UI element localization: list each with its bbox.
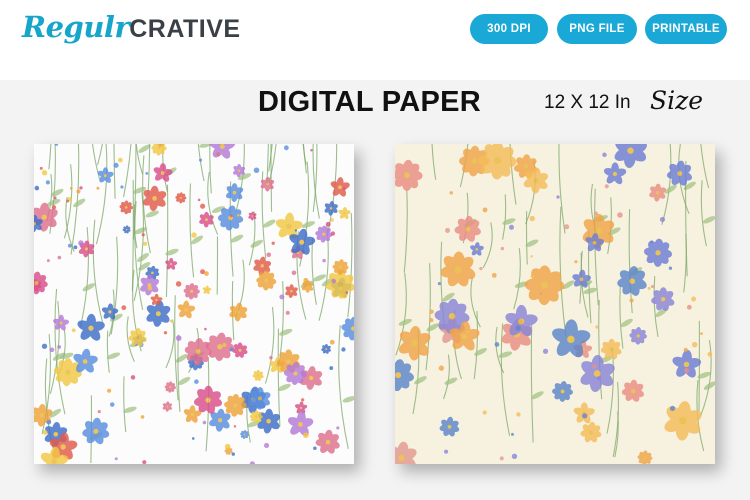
png-file-badge: PNG FILE — [557, 14, 637, 44]
size-label: 12 X 12 In — [544, 92, 631, 113]
printable-badge: PRINTABLE — [645, 14, 727, 44]
page-title: DIGITAL PAPER — [258, 86, 482, 118]
paper-preview-1 — [34, 144, 354, 464]
logo-block-text: CRATIVE — [129, 15, 241, 43]
wildflower-pattern-white — [34, 144, 354, 464]
brand-logo[interactable]: Regulr CRATIVE — [22, 10, 241, 54]
wildflower-pattern-cream — [395, 144, 715, 464]
header: Regulr CRATIVE 300 DPI PNG FILE PRINTABL… — [0, 0, 750, 80]
paper-preview-2 — [395, 144, 715, 464]
dpi-badge: 300 DPI — [470, 14, 548, 44]
size-word: Size — [650, 86, 704, 115]
logo-script-text: Regulr — [22, 10, 130, 44]
